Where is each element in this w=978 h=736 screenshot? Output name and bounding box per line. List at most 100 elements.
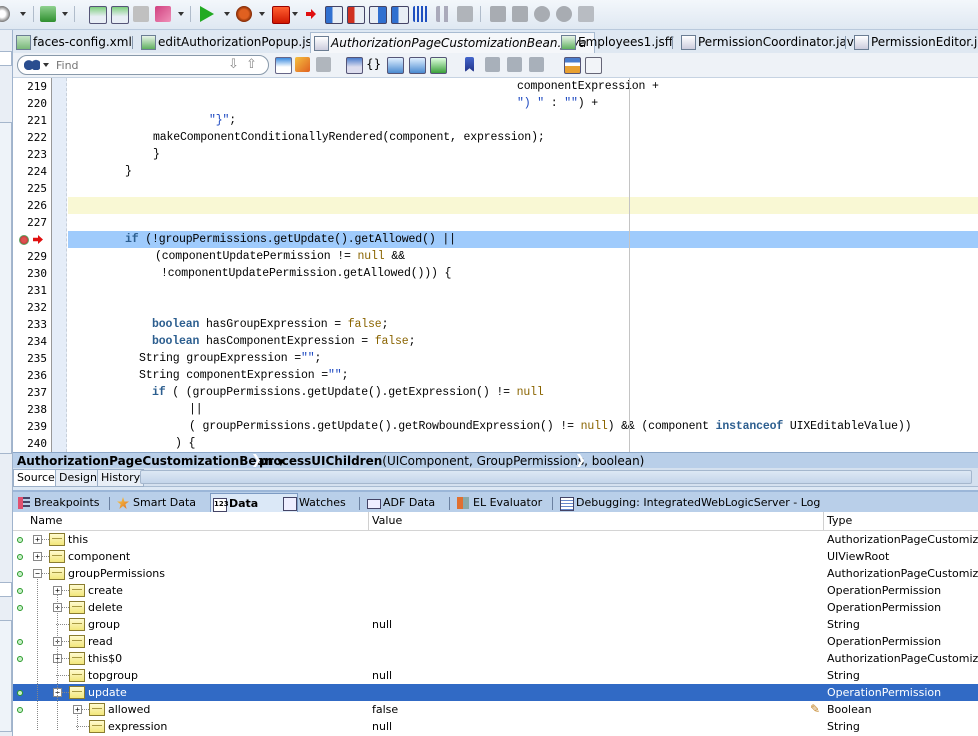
deploy-icon[interactable]	[155, 6, 171, 22]
tab-employees1[interactable]: Employees1.jsff	[558, 32, 673, 52]
tab-label: PermissionCoordinator.java	[698, 35, 862, 49]
clear-highlight-icon[interactable]	[316, 57, 331, 72]
dropdown-arrow-icon[interactable]	[62, 12, 68, 16]
edit-pencil-icon[interactable]: ✎	[810, 701, 820, 718]
sql-worksheet-icon[interactable]	[40, 6, 56, 22]
table-row[interactable]: expression null String	[13, 718, 978, 735]
expand-icon[interactable]: +	[33, 552, 42, 561]
word-icon[interactable]	[578, 6, 594, 22]
clear-bookmarks-icon[interactable]	[529, 57, 544, 72]
breadcrumb-method[interactable]: processUIChildren(UIComponent, GroupPerm…	[259, 453, 644, 469]
find-previous-icon[interactable]: ⇧	[246, 57, 257, 72]
template-icon[interactable]	[564, 57, 581, 74]
smart-step-icon[interactable]	[391, 6, 409, 24]
previous-bookmark-icon[interactable]	[507, 57, 522, 72]
table-row[interactable]: + read OperationPermission	[13, 633, 978, 650]
table-row[interactable]: + this AuthorizationPageCustomization	[13, 531, 978, 548]
toggle-bookmark-icon[interactable]	[465, 57, 474, 72]
tab-history[interactable]: History	[97, 469, 145, 487]
ie-icon[interactable]	[556, 6, 572, 22]
tab-debugging-log[interactable]: Debugging: IntegratedWebLogicServer - Lo…	[552, 493, 820, 513]
find-usages-icon[interactable]	[275, 57, 292, 74]
dropdown-arrow-icon[interactable]	[224, 12, 230, 16]
tab-authorization-page-customization-bean[interactable]: AuthorizationPageCustomizationBean.java	[310, 32, 596, 53]
debug-icon[interactable]	[236, 6, 252, 22]
tab-el-evaluator[interactable]: EL Evaluator	[449, 493, 542, 513]
table-row[interactable]: + delete OperationPermission	[13, 599, 978, 616]
table-row[interactable]: group null String	[13, 616, 978, 633]
table-row[interactable]: topgroup null String	[13, 667, 978, 684]
tab-smart-data[interactable]: Smart Data	[109, 493, 196, 513]
column-divider[interactable]	[823, 512, 824, 530]
step-arrow-icon[interactable]	[306, 9, 316, 19]
variable-value: null	[372, 720, 393, 733]
step-into-icon[interactable]	[347, 6, 365, 24]
garbage-collect-icon[interactable]	[457, 6, 473, 22]
table-row[interactable]: + component UIViewRoot	[13, 548, 978, 565]
variable-type: Boolean	[827, 703, 872, 716]
tab-design[interactable]: Design	[55, 469, 101, 487]
variable-icon	[69, 652, 85, 665]
clean-icon[interactable]	[133, 6, 149, 22]
left-panel-scroll[interactable]	[0, 620, 12, 732]
shift-right-icon[interactable]	[409, 57, 426, 74]
tab-separator	[132, 36, 133, 49]
breakpoint-icon[interactable]	[19, 235, 29, 245]
make-icon[interactable]	[89, 6, 107, 24]
variable-value[interactable]: false	[372, 701, 398, 718]
binoculars-icon[interactable]	[24, 58, 40, 70]
back-nav-icon[interactable]	[0, 6, 10, 22]
column-header-name[interactable]: Name	[30, 512, 62, 530]
tab-permission-coordinator[interactable]: PermissionCoordinator.java	[672, 32, 862, 52]
snippet-icon[interactable]	[585, 57, 602, 74]
horizontal-scrollbar[interactable]	[140, 470, 972, 484]
find-options-dropdown-icon[interactable]	[43, 63, 49, 67]
rebuild-icon[interactable]	[111, 6, 129, 24]
expand-icon[interactable]: +	[33, 535, 42, 544]
table-row[interactable]: − groupPermissions AuthorizationPageCustom…	[13, 565, 978, 582]
table-row[interactable]: − update OperationPermission	[13, 684, 978, 701]
comment-icon[interactable]	[430, 57, 447, 74]
highlight-icon[interactable]	[295, 57, 310, 72]
find-next-icon[interactable]: ⇩	[228, 57, 239, 72]
status-dot-icon	[17, 656, 23, 662]
tab-permission-editor[interactable]: PermissionEditor.java	[845, 32, 978, 52]
code-editor[interactable]: 219 componentExpression + 220 ") " : "")…	[13, 78, 978, 452]
tab-breakpoints[interactable]: Breakpoints	[16, 493, 100, 513]
dropdown-arrow-icon[interactable]	[178, 12, 184, 16]
tab-edit-authorization-popup[interactable]: editAuthorizationPopup.jsff	[132, 32, 320, 52]
table-row[interactable]: +this$0AuthorizationPageCustomization	[13, 650, 978, 667]
terminate-icon[interactable]	[272, 6, 290, 24]
tab-adf-data[interactable]: ADF Data	[359, 493, 435, 513]
tree-connector	[42, 539, 49, 540]
dropdown-arrow-icon[interactable]	[20, 12, 26, 16]
notes-icon[interactable]	[512, 6, 528, 22]
run-icon[interactable]	[200, 6, 214, 22]
tab-watches[interactable]: Watches	[281, 493, 346, 513]
editor-tab-bar: faces-config.xml editAuthorizationPopup.…	[13, 31, 978, 54]
step-over-icon[interactable]	[325, 6, 343, 24]
code-line: 238 ||	[13, 401, 978, 418]
tab-source[interactable]: Source	[13, 469, 59, 487]
folder-icon[interactable]	[490, 6, 506, 22]
step-out-icon[interactable]	[369, 6, 387, 24]
left-panel-scroll[interactable]	[0, 122, 12, 454]
dropdown-arrow-icon[interactable]	[292, 12, 298, 16]
table-row[interactable]: + allowed false ✎ Boolean	[13, 701, 978, 718]
shift-left-icon[interactable]	[387, 57, 404, 74]
firefox-icon[interactable]	[534, 6, 550, 22]
find-input[interactable]	[54, 57, 228, 74]
table-row[interactable]: + create OperationPermission	[13, 582, 978, 599]
resume-icon[interactable]	[413, 6, 429, 22]
code-line: 237 if ( (groupPermissions.getUpdate().g…	[13, 384, 978, 401]
column-header-value[interactable]: Value	[372, 512, 402, 530]
column-divider[interactable]	[368, 512, 369, 530]
next-bookmark-icon[interactable]	[485, 57, 500, 72]
tab-faces-config[interactable]: faces-config.xml	[13, 32, 132, 52]
dropdown-arrow-icon[interactable]	[259, 12, 265, 16]
java-file-icon	[854, 35, 869, 50]
braces-icon[interactable]: {}	[366, 57, 381, 72]
toggle-code-icon[interactable]	[346, 57, 363, 74]
column-header-type[interactable]: Type	[827, 512, 852, 530]
pause-icon[interactable]	[436, 6, 452, 22]
